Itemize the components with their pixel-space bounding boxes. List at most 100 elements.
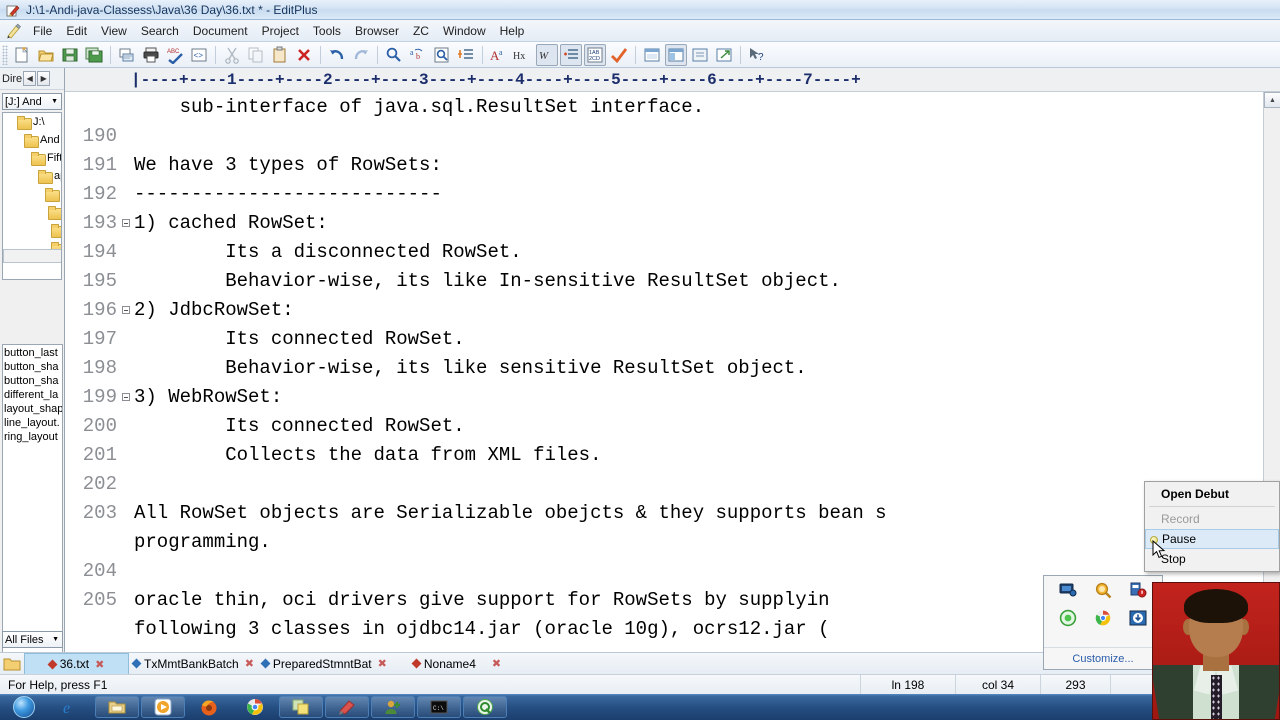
paint-icon[interactable] <box>325 696 369 718</box>
replace-icon[interactable]: ab <box>407 44 429 66</box>
list-item[interactable]: layout_shap <box>3 402 62 416</box>
save-file-icon[interactable] <box>59 44 81 66</box>
editor-line[interactable]: 200 Its connected RowSet. <box>65 411 1263 440</box>
spell-check-icon[interactable]: ABC <box>164 44 186 66</box>
sticky-notes-icon[interactable] <box>279 696 323 718</box>
menu-item-search[interactable]: Search <box>134 22 186 40</box>
editor-line[interactable]: 198 Behavior-wise, its like sensitive Re… <box>65 353 1263 382</box>
goto-line-icon[interactable] <box>455 44 477 66</box>
toggle-directory-window-icon[interactable] <box>665 43 687 66</box>
scroll-up-button[interactable]: ▲ <box>1264 92 1280 108</box>
list-item[interactable]: button_last <box>3 346 62 360</box>
tree-node-root[interactable]: J:\ <box>3 113 61 131</box>
cut-icon[interactable] <box>221 44 243 66</box>
editor-line[interactable]: 194 Its a disconnected RowSet. <box>65 237 1263 266</box>
redo-icon[interactable] <box>350 44 372 66</box>
chrome-icon[interactable] <box>1094 609 1112 627</box>
editor-line[interactable]: 203 All RowSet objects are Serializable … <box>65 498 1263 527</box>
menu-item-view[interactable]: View <box>94 22 134 40</box>
search-tool-icon[interactable] <box>1094 581 1112 599</box>
close-icon[interactable]: ✖ <box>95 658 104 671</box>
drive-select[interactable]: [J:] And ▼ <box>2 93 62 110</box>
directory-tree[interactable]: J:\ And Fift ap s <box>2 112 62 280</box>
download-manager-icon[interactable] <box>1129 609 1147 627</box>
toolbar-grip[interactable] <box>2 44 8 65</box>
internet-explorer-icon[interactable]: e <box>49 696 93 718</box>
tree-node-3[interactable]: ap <box>3 167 61 185</box>
text-editor[interactable]: sub-interface of java.sql.ResultSet inte… <box>65 92 1263 652</box>
printer-status-icon[interactable] <box>1129 581 1147 599</box>
tree-selected-row[interactable] <box>3 249 61 263</box>
quicktime-icon[interactable] <box>463 696 507 718</box>
windows-explorer-icon[interactable] <box>95 696 139 718</box>
start-orb-icon[interactable] <box>0 695 48 719</box>
editor-line[interactable]: 190 <box>65 121 1263 150</box>
toggle-document-selector-icon[interactable] <box>689 44 711 66</box>
menu-item-file[interactable]: File <box>26 22 59 40</box>
find-in-files-icon[interactable] <box>431 44 453 66</box>
media-player-icon[interactable] <box>141 696 185 718</box>
editor-line[interactable]: 191 We have 3 types of RowSets: <box>65 150 1263 179</box>
menu-item-help[interactable]: Help <box>493 22 532 40</box>
menu-item-browser[interactable]: Browser <box>348 22 406 40</box>
paste-icon[interactable] <box>269 44 291 66</box>
tree-node-6[interactable] <box>3 221 61 239</box>
tree-node-4[interactable]: s <box>3 185 61 203</box>
close-icon[interactable]: ✖ <box>245 657 254 670</box>
editor-line[interactable]: 193 1) cached RowSet: <box>65 208 1263 237</box>
font-size-icon[interactable]: Aa <box>488 44 510 66</box>
firefox-icon[interactable] <box>187 696 231 718</box>
menu-item-edit[interactable]: Edit <box>59 22 94 40</box>
find-icon[interactable] <box>383 44 405 66</box>
tab-txmmtbankbatch[interactable]: TxMmtBankBatch ✖ <box>129 653 258 674</box>
menu-item-window[interactable]: Window <box>436 22 493 40</box>
toggle-output-window-icon[interactable] <box>641 44 663 66</box>
list-item[interactable]: button_sha <box>3 360 62 374</box>
tree-node-1[interactable]: And <box>3 131 61 149</box>
save-all-icon[interactable] <box>83 44 105 66</box>
hex-view-icon[interactable]: Hx <box>512 44 534 66</box>
fold-toggle[interactable] <box>121 305 130 314</box>
tray-customize-link[interactable]: Customize... <box>1044 647 1162 669</box>
antivirus-shield-icon[interactable] <box>1059 609 1077 627</box>
menu-item-tools[interactable]: Tools <box>306 22 348 40</box>
print-preview-icon[interactable] <box>116 44 138 66</box>
tree-node-5[interactable] <box>3 203 61 221</box>
file-filter-select[interactable]: All Files ▼ <box>2 631 63 648</box>
menu-item-project[interactable]: Project <box>255 22 306 40</box>
fold-toggle[interactable] <box>121 392 130 401</box>
fold-toggle[interactable] <box>121 218 130 227</box>
toggle-case-icon[interactable]: 1AB 2CD <box>584 43 606 66</box>
network-monitor-icon[interactable] <box>1059 581 1077 599</box>
editor-line[interactable]: 196 2) JdbcRowSet: <box>65 295 1263 324</box>
list-item[interactable]: ring_layout <box>3 430 62 444</box>
open-file-icon[interactable] <box>35 44 57 66</box>
list-item[interactable]: button_sha <box>3 374 62 388</box>
new-document-icon[interactable] <box>11 44 33 66</box>
word-wrap-icon[interactable]: W <box>536 43 558 66</box>
editor-line[interactable]: 202 <box>65 469 1263 498</box>
context-help-icon[interactable]: ? <box>746 44 768 66</box>
show-line-numbers-icon[interactable] <box>560 43 582 66</box>
command-prompt-icon[interactable]: C:\ <box>417 696 461 718</box>
list-item[interactable]: line_layout. <box>3 416 62 430</box>
delete-icon[interactable] <box>293 44 315 66</box>
editor-line[interactable]: 195 Behavior-wise, its like In-sensitive… <box>65 266 1263 295</box>
check-mark-icon[interactable] <box>608 44 630 66</box>
editor-line[interactable]: 199 3) WebRowSet: <box>65 382 1263 411</box>
list-item[interactable]: different_la <box>3 388 62 402</box>
close-icon[interactable]: ✖ <box>378 657 387 670</box>
menu-item-document[interactable]: Document <box>186 22 255 40</box>
menu-item-zc[interactable]: ZC <box>406 22 436 40</box>
print-icon[interactable] <box>140 44 162 66</box>
editor-line[interactable]: 197 Its connected RowSet. <box>65 324 1263 353</box>
context-menu-item-open-debut[interactable]: Open Debut <box>1145 484 1279 504</box>
add-user-icon[interactable] <box>371 696 415 718</box>
view-in-browser-icon[interactable]: <> <box>188 44 210 66</box>
copy-icon[interactable] <box>245 44 267 66</box>
editor-line[interactable]: sub-interface of java.sql.ResultSet inte… <box>65 92 1263 121</box>
tree-node-2[interactable]: Fift <box>3 149 61 167</box>
tab-noname4[interactable]: Noname4 ✖ <box>409 653 505 674</box>
toggle-clip-library-icon[interactable] <box>713 44 735 66</box>
editor-line[interactable]: 201 Collects the data from XML files. <box>65 440 1263 469</box>
